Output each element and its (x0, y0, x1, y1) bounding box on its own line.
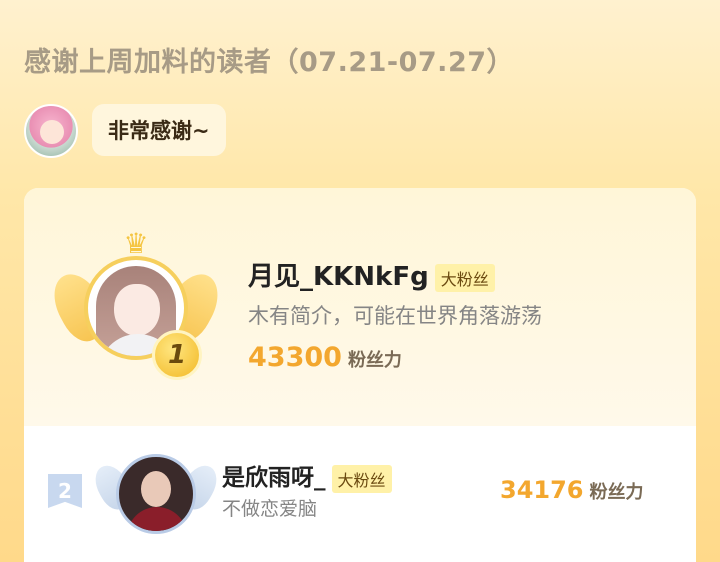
page-title: 感谢上周加料的读者（07.21-07.27） (24, 47, 515, 78)
score-value: 34176 (500, 476, 584, 504)
score-value: 43300 (248, 342, 342, 373)
fan-level-tag: 大粉丝 (331, 464, 392, 493)
second-place-score: 34176 粉丝力 (500, 476, 644, 504)
avatar-face (141, 471, 171, 507)
leaderboard-card: ♛ 1 月见_KKNkFg 大粉丝 木有简介，可能在世界角落游荡 43300 粉丝力… (24, 188, 696, 562)
score-unit: 粉丝力 (347, 350, 402, 371)
second-place-avatar[interactable] (116, 454, 196, 534)
first-place-score: 43300 粉丝力 (248, 342, 402, 373)
author-avatar-face (40, 120, 64, 144)
greeting-bubble: 非常感谢~ (92, 104, 226, 156)
first-place-name[interactable]: 月见_KKNkFg 大粉丝 (248, 256, 495, 293)
second-place-bio: 不做恋爱脑 (222, 498, 318, 520)
second-place-username[interactable]: 是欣雨呀_ (222, 465, 326, 491)
first-place-username[interactable]: 月见_KKNkFg (248, 262, 429, 292)
fan-level-tag: 大粉丝 (434, 263, 495, 292)
avatar-body (127, 507, 187, 531)
first-place-bio: 木有简介，可能在世界角落游荡 (248, 304, 542, 328)
author-avatar[interactable] (24, 104, 78, 158)
avatar-face (114, 284, 160, 336)
second-place-name[interactable]: 是欣雨呀_ 大粉丝 (222, 458, 392, 493)
score-unit: 粉丝力 (589, 482, 644, 503)
rank-1-badge: 1 (152, 330, 202, 380)
crown-icon: ♛ (123, 227, 149, 260)
